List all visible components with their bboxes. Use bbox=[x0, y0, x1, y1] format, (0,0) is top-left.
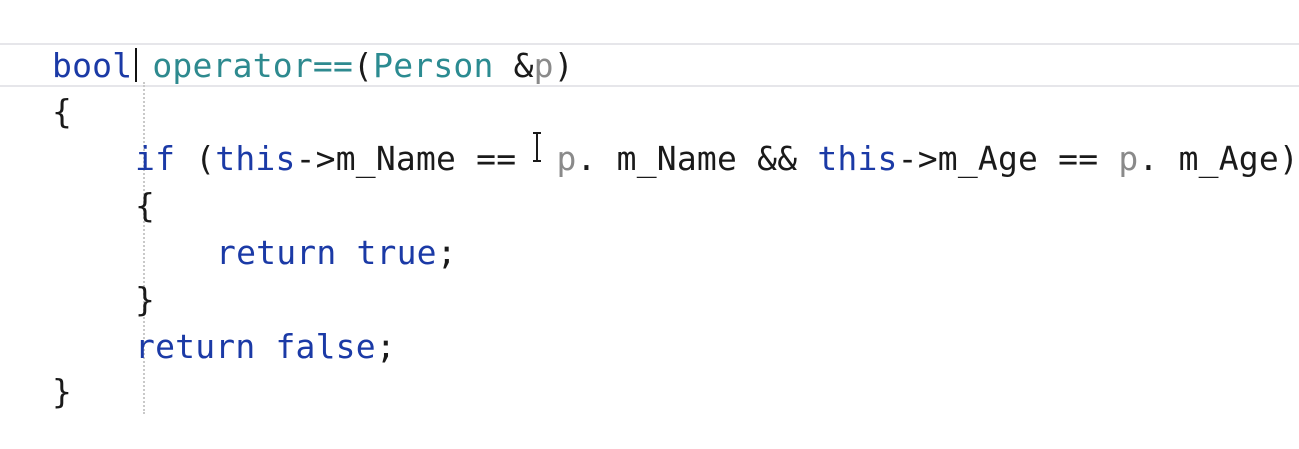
keyword-false: false bbox=[275, 327, 376, 366]
member-age-close: . m_Age) bbox=[1138, 139, 1299, 178]
keyword-if: if bbox=[135, 139, 176, 178]
keyword-bool: bool bbox=[52, 46, 133, 85]
code-line-2[interactable]: { bbox=[52, 90, 72, 134]
code-line-8[interactable]: } bbox=[52, 370, 72, 414]
keyword-this: this bbox=[215, 139, 296, 178]
paren-open: ( bbox=[353, 46, 374, 85]
semicolon: ; bbox=[436, 233, 457, 272]
code-line-3[interactable]: if (this->m_Name == p. m_Name && this->m… bbox=[135, 137, 1299, 181]
if-open-paren: ( bbox=[175, 139, 216, 178]
code-line-7[interactable]: return false; bbox=[135, 325, 396, 369]
member-age-compare: ->m_Age == bbox=[897, 139, 1119, 178]
i-beam-cursor-icon bbox=[533, 132, 541, 162]
code-line-1[interactable]: bool operator==(Person &p) bbox=[52, 44, 574, 88]
keyword-return-2: return bbox=[135, 327, 256, 366]
keyword-true: true bbox=[356, 233, 437, 272]
code-line-5[interactable]: return true; bbox=[216, 231, 457, 275]
code-line-4[interactable]: { bbox=[135, 184, 155, 228]
semicolon-2: ; bbox=[375, 327, 396, 366]
param-p-ref: p bbox=[556, 139, 577, 178]
keyword-return: return bbox=[216, 233, 337, 272]
code-line-6[interactable]: } bbox=[135, 278, 155, 322]
paren-close: ) bbox=[553, 46, 574, 85]
member-name-and: . m_Name && bbox=[576, 139, 818, 178]
param-p-ref-2: p bbox=[1118, 139, 1139, 178]
keyword-this-2: this bbox=[817, 139, 898, 178]
ampersand: & bbox=[493, 46, 534, 85]
code-editor[interactable]: bool operator==(Person &p) { if (this->m… bbox=[0, 0, 1299, 449]
param-p: p bbox=[533, 46, 554, 85]
type-person: Person bbox=[373, 46, 494, 85]
text-caret-icon bbox=[135, 48, 137, 82]
member-name-compare: ->m_Name == bbox=[295, 139, 517, 178]
function-operator: operator== bbox=[152, 46, 354, 85]
